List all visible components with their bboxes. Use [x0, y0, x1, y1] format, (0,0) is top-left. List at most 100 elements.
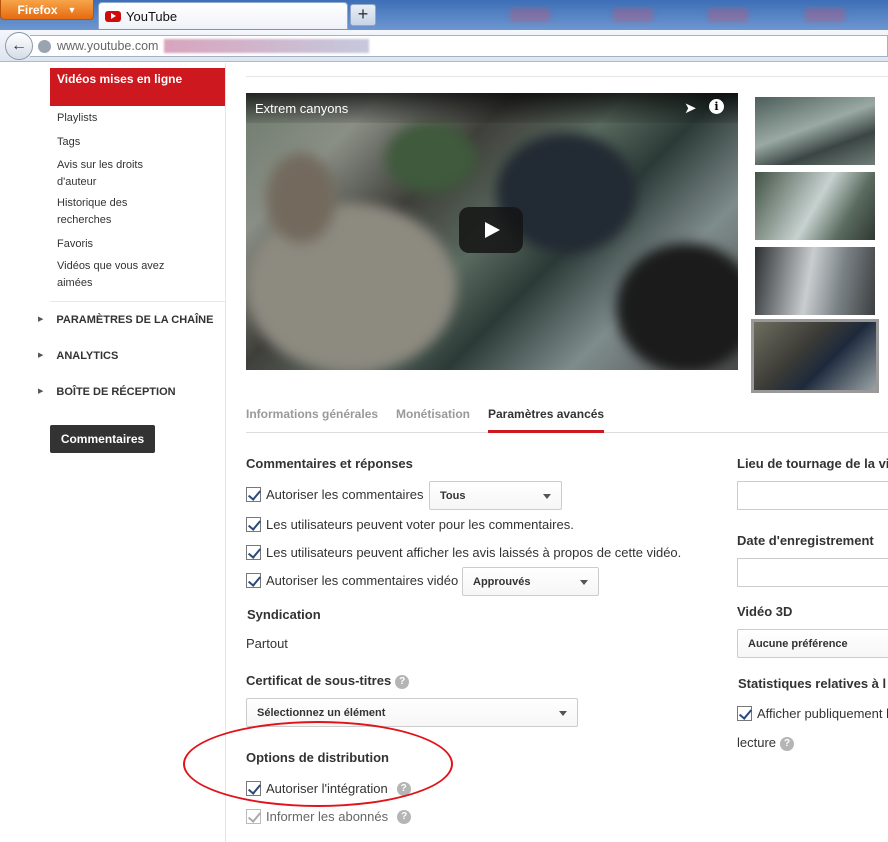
public-stats-cont-label: lecture — [737, 735, 777, 750]
firefox-label: Firefox — [17, 2, 58, 17]
sidebar-item-copyright[interactable]: Avis sur les droits d'auteur — [57, 157, 167, 191]
comments-button[interactable]: Commentaires — [50, 425, 155, 453]
recording-date-heading: Date d'enregistrement — [737, 533, 874, 548]
sidebar-item-search-history[interactable]: Historique des recherches — [57, 195, 157, 229]
sidebar-section-analytics[interactable]: ▶ ANALYTICS — [38, 350, 118, 362]
location-input[interactable] — [737, 481, 888, 510]
triangle-right-icon: ▶ — [38, 388, 44, 395]
globe-icon — [38, 39, 51, 53]
thumbnail-option-3[interactable] — [755, 247, 875, 315]
sidebar-item-uploaded-videos[interactable]: Vidéos mises en ligne — [50, 68, 225, 106]
syndication-value: Partout — [246, 636, 288, 651]
triangle-right-icon: ▶ — [38, 352, 44, 359]
back-button[interactable]: ← — [5, 32, 33, 60]
sidebar-section-label: BOÎTE DE RÉCEPTION — [56, 386, 176, 398]
youtube-favicon-icon — [105, 10, 121, 22]
public-stats-row: Afficher publiquement l — [737, 706, 888, 721]
video-player[interactable]: Extrem canyons ➤ i — [246, 93, 738, 370]
sidebar-section-channel-settings[interactable]: ▶ PARAMÈTRES DE LA CHAÎNE — [38, 314, 213, 326]
public-stats-checkbox[interactable] — [737, 706, 752, 721]
select-value: Approuvés — [473, 575, 531, 588]
video-frame-area — [616, 243, 738, 370]
video-3d-heading: Vidéo 3D — [737, 604, 793, 619]
browser-tab-strip: Firefox ▼ YouTube + — [0, 0, 888, 30]
url-redacted — [164, 39, 370, 53]
tab-advanced-settings[interactable]: Paramètres avancés — [488, 406, 605, 433]
captions-heading: Certificat de sous-titres — [246, 673, 392, 688]
video-comments-checkbox[interactable] — [246, 573, 261, 588]
view-ratings-label: Les utilisateurs peuvent afficher les av… — [266, 545, 682, 560]
play-button[interactable] — [459, 207, 523, 253]
url-bar[interactable]: www.youtube.com — [30, 35, 888, 57]
blurred-tab — [613, 8, 653, 22]
annotation-ellipse — [183, 721, 453, 807]
comments-heading: Commentaires et réponses — [246, 456, 413, 471]
tab-monetization[interactable]: Monétisation — [396, 406, 470, 433]
new-tab-button[interactable]: + — [350, 4, 376, 26]
blurred-tab — [805, 8, 845, 22]
allow-comments-row: Autoriser les commentaires — [246, 487, 424, 502]
sidebar-section-label: ANALYTICS — [56, 350, 119, 362]
dropdown-arrow-icon — [580, 580, 588, 585]
dropdown-arrow-icon — [559, 711, 567, 716]
allow-comments-checkbox[interactable] — [246, 487, 261, 502]
dropdown-arrow-icon — [543, 494, 551, 499]
view-ratings-row: Les utilisateurs peuvent afficher les av… — [246, 545, 681, 560]
vote-comments-checkbox[interactable] — [246, 517, 261, 532]
browser-nav-bar: www.youtube.com ← — [0, 30, 888, 62]
sidebar-item-liked-videos[interactable]: Vidéos que vous avez aimées — [57, 258, 182, 292]
thumbnail-option-1[interactable] — [755, 97, 875, 165]
triangle-right-icon: ▶ — [38, 316, 44, 323]
browser-tab-label: YouTube — [126, 8, 178, 24]
url-text: www.youtube.com — [57, 39, 159, 53]
sidebar-item-favorites[interactable]: Favoris — [57, 236, 207, 253]
sidebar-section-label: PARAMÈTRES DE LA CHAÎNE — [56, 314, 214, 326]
firefox-menu-button[interactable]: Firefox ▼ — [0, 0, 94, 20]
browser-tab-youtube[interactable]: YouTube — [98, 2, 348, 29]
sidebar: Vidéos mises en ligne Playlists Tags Avi… — [0, 63, 226, 842]
notify-subscribers-row: Informer les abonnés ? — [246, 809, 412, 824]
statistics-heading: Statistiques relatives à l — [738, 676, 887, 691]
video-comments-row: Autoriser les commentaires vidéo — [246, 573, 458, 588]
arrow-left-icon: ← — [11, 37, 27, 54]
captions-heading-row: Certificat de sous-titres? — [246, 673, 410, 689]
select-value: Sélectionnez un élément — [257, 706, 386, 719]
sidebar-item-tags[interactable]: Tags — [57, 134, 207, 151]
divider — [50, 301, 225, 302]
video-comments-select[interactable]: Approuvés — [462, 567, 599, 596]
thumbnail-option-2[interactable] — [755, 172, 875, 240]
allow-comments-select[interactable]: Tous — [429, 481, 562, 510]
divider — [246, 76, 888, 77]
recording-date-input[interactable] — [737, 558, 888, 587]
view-ratings-checkbox[interactable] — [246, 545, 261, 560]
chevron-down-icon: ▼ — [67, 4, 77, 15]
help-icon[interactable]: ? — [780, 737, 795, 751]
settings-tabs: Informations générales Monétisation Para… — [246, 406, 888, 433]
video-3d-select[interactable]: Aucune préférence — [737, 629, 888, 658]
tab-general-info[interactable]: Informations générales — [246, 406, 378, 433]
public-stats-label: Afficher publiquement l — [757, 706, 888, 721]
notify-subscribers-label: Informer les abonnés — [266, 809, 389, 824]
video-comments-label: Autoriser les commentaires vidéo — [266, 573, 459, 588]
allow-comments-label: Autoriser les commentaires — [266, 487, 424, 502]
help-icon[interactable]: ? — [395, 675, 410, 689]
info-icon[interactable]: i — [709, 99, 724, 114]
blurred-tab — [510, 8, 550, 22]
public-stats-cont-row: lecture? — [737, 735, 795, 751]
syndication-heading: Syndication — [247, 607, 321, 622]
blurred-tab — [708, 8, 748, 22]
select-value: Tous — [440, 489, 466, 502]
notify-subscribers-checkbox — [246, 809, 261, 824]
select-value: Aucune préférence — [748, 637, 848, 650]
share-icon[interactable]: ➤ — [684, 99, 697, 117]
video-frame-area — [386, 123, 476, 193]
help-icon[interactable]: ? — [397, 809, 412, 824]
sidebar-item-playlists[interactable]: Playlists — [57, 110, 207, 127]
vote-comments-row: Les utilisateurs peuvent voter pour les … — [246, 517, 574, 532]
video-title[interactable]: Extrem canyons — [255, 101, 348, 116]
vote-comments-label: Les utilisateurs peuvent voter pour les … — [266, 517, 574, 532]
location-heading: Lieu de tournage de la vi — [737, 456, 888, 471]
video-frame-area — [266, 153, 336, 243]
sidebar-section-inbox[interactable]: ▶ BOÎTE DE RÉCEPTION — [38, 386, 176, 398]
thumbnail-option-4-selected[interactable] — [751, 319, 879, 393]
